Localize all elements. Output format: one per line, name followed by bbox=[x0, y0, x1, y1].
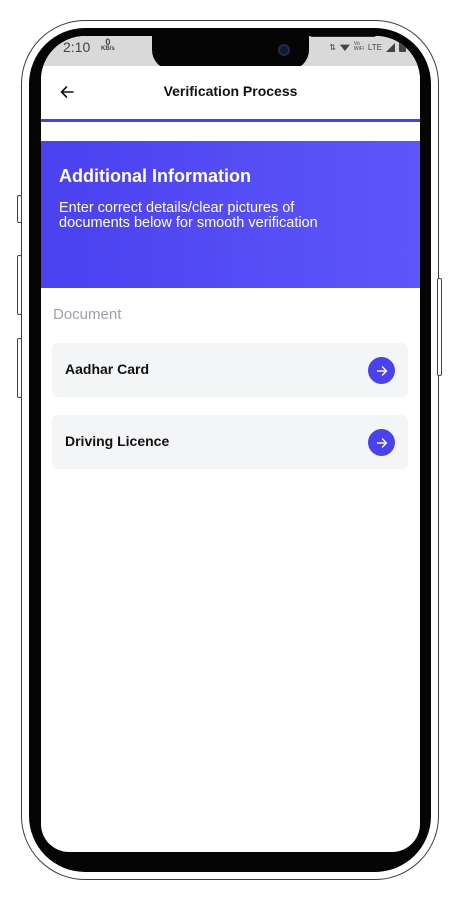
open-document-button[interactable] bbox=[368, 357, 395, 384]
page-title: Verification Process bbox=[163, 83, 298, 99]
phone-screen: 2:10 0 KB/s ⇅ Vo WiFi LTE Verification P… bbox=[41, 36, 420, 852]
banner-title: Additional Information bbox=[59, 166, 251, 186]
arrow-right-icon bbox=[376, 437, 387, 448]
data-transfer-icon: ⇅ bbox=[329, 42, 336, 52]
front-camera bbox=[278, 44, 290, 56]
phone-volume-up-button bbox=[17, 255, 22, 315]
status-network-speed: 0 KB/s bbox=[101, 37, 115, 53]
phone-power-button bbox=[437, 278, 442, 376]
document-item-aadhar-card[interactable]: Aadhar Card bbox=[52, 343, 408, 397]
document-item-driving-licence[interactable]: Driving Licence bbox=[52, 415, 408, 469]
app-header: Verification Process bbox=[41, 66, 420, 119]
wifi-icon bbox=[339, 44, 350, 51]
status-time: 2:10 bbox=[63, 39, 91, 55]
status-icons: ⇅ Vo WiFi LTE bbox=[329, 42, 406, 52]
speaker-grille bbox=[310, 36, 376, 37]
status-speed-value: 0 bbox=[105, 37, 111, 47]
phone-volume-down-button bbox=[17, 338, 22, 398]
document-item-label: Aadhar Card bbox=[65, 361, 150, 377]
network-type: LTE bbox=[367, 42, 382, 52]
open-document-button[interactable] bbox=[368, 429, 395, 456]
status-speed-unit: KB/s bbox=[101, 46, 115, 52]
network-label: Vo WiFi bbox=[353, 41, 364, 52]
battery-icon bbox=[399, 42, 406, 52]
banner-description: Enter correct details/clear pictures of … bbox=[59, 200, 318, 231]
arrow-right-icon bbox=[376, 365, 387, 376]
document-item-label: Driving Licence bbox=[65, 433, 170, 449]
progress-bar bbox=[41, 119, 420, 122]
signal-icon bbox=[386, 42, 395, 52]
phone-mute-button bbox=[17, 195, 22, 223]
notch bbox=[152, 36, 376, 70]
info-banner: Additional Information Enter correct det… bbox=[41, 141, 420, 288]
document-section-label: Document bbox=[53, 306, 122, 323]
